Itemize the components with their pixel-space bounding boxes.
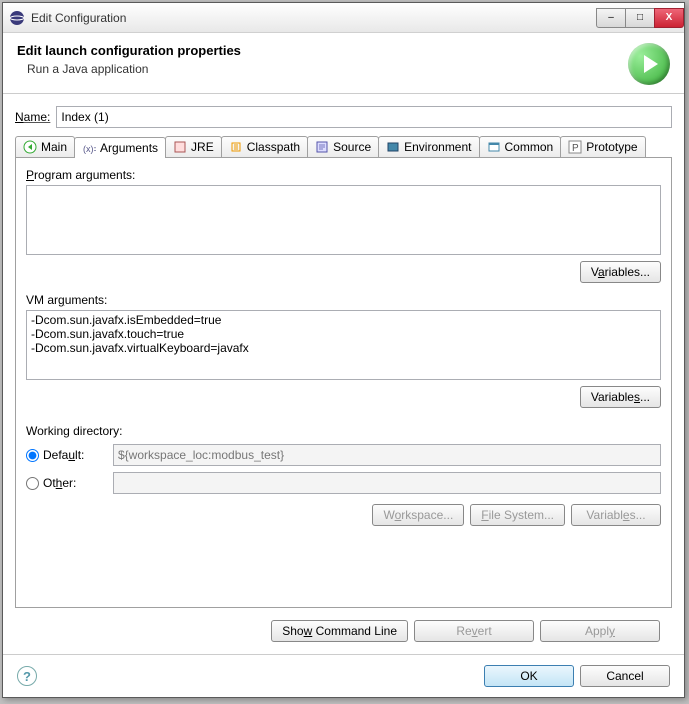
maximize-button[interactable]: □ <box>625 8 655 28</box>
source-icon <box>315 140 329 154</box>
working-directory-label: Working directory: <box>26 424 661 438</box>
apply-button: Apply <box>540 620 660 642</box>
svg-text:(x)=: (x)= <box>83 144 96 154</box>
common-icon <box>487 140 501 154</box>
tab-environment[interactable]: Environment <box>378 136 479 157</box>
environment-icon <box>386 140 400 154</box>
tab-source[interactable]: Source <box>307 136 379 157</box>
cancel-button[interactable]: Cancel <box>580 665 670 687</box>
vm-args-textarea[interactable] <box>26 310 661 380</box>
jre-icon <box>173 140 187 154</box>
workspace-button: Workspace... <box>372 504 464 526</box>
program-args-textarea[interactable] <box>26 185 661 255</box>
program-variables-button[interactable]: Variables... <box>580 261 661 283</box>
window-controls: – □ X <box>597 8 684 28</box>
wd-variables-button: Variables... <box>571 504 661 526</box>
revert-button: Revert <box>414 620 534 642</box>
other-radio[interactable] <box>26 477 39 490</box>
tab-content-arguments: Program arguments: Variables... VM argum… <box>15 158 672 608</box>
minimize-button[interactable]: – <box>596 8 626 28</box>
header-description: Run a Java application <box>17 62 628 76</box>
header-title: Edit launch configuration properties <box>17 43 628 58</box>
window-title: Edit Configuration <box>31 11 597 25</box>
vm-variables-button[interactable]: Variables... <box>580 386 661 408</box>
default-radio-label: Default: <box>43 448 113 462</box>
other-radio-label: Other: <box>43 476 113 490</box>
run-icon <box>628 43 670 85</box>
name-input[interactable] <box>56 106 672 128</box>
default-radio[interactable] <box>26 449 39 462</box>
tab-main[interactable]: Main <box>15 136 75 157</box>
tab-prototype[interactable]: PPrototype <box>560 136 645 157</box>
svg-text:P: P <box>572 143 579 154</box>
help-icon[interactable]: ? <box>17 666 37 686</box>
name-label: Name: <box>15 110 50 124</box>
arguments-icon: (x)= <box>82 141 96 155</box>
other-dir-input[interactable] <box>113 472 661 494</box>
eclipse-icon <box>9 10 25 26</box>
name-row: Name: <box>15 106 672 128</box>
tab-arguments[interactable]: (x)=Arguments <box>74 137 166 158</box>
vm-args-label: VM arguments: <box>26 293 661 307</box>
filesystem-button: File System... <box>470 504 565 526</box>
dialog-window: Edit Configuration – □ X Edit launch con… <box>2 2 685 698</box>
classpath-icon <box>229 140 243 154</box>
bottom-bar: ? OK Cancel <box>3 654 684 697</box>
default-dir-input <box>113 444 661 466</box>
program-args-label: Program arguments: <box>26 168 661 182</box>
show-command-line-button[interactable]: Show Command Line <box>271 620 408 642</box>
header: Edit launch configuration properties Run… <box>3 33 684 94</box>
body: Name: Main (x)=Arguments JRE Classpath S… <box>3 94 684 654</box>
close-button[interactable]: X <box>654 8 684 28</box>
tab-classpath[interactable]: Classpath <box>221 136 308 157</box>
tab-common[interactable]: Common <box>479 136 562 157</box>
prototype-icon: P <box>568 140 582 154</box>
main-icon <box>23 140 37 154</box>
working-directory-group: Working directory: Default: Other: Works… <box>26 424 661 526</box>
ok-button[interactable]: OK <box>484 665 574 687</box>
action-buttons: Show Command Line Revert Apply <box>15 608 672 642</box>
titlebar[interactable]: Edit Configuration – □ X <box>3 3 684 33</box>
tab-bar: Main (x)=Arguments JRE Classpath Source … <box>15 136 672 158</box>
tab-jre[interactable]: JRE <box>165 136 222 157</box>
